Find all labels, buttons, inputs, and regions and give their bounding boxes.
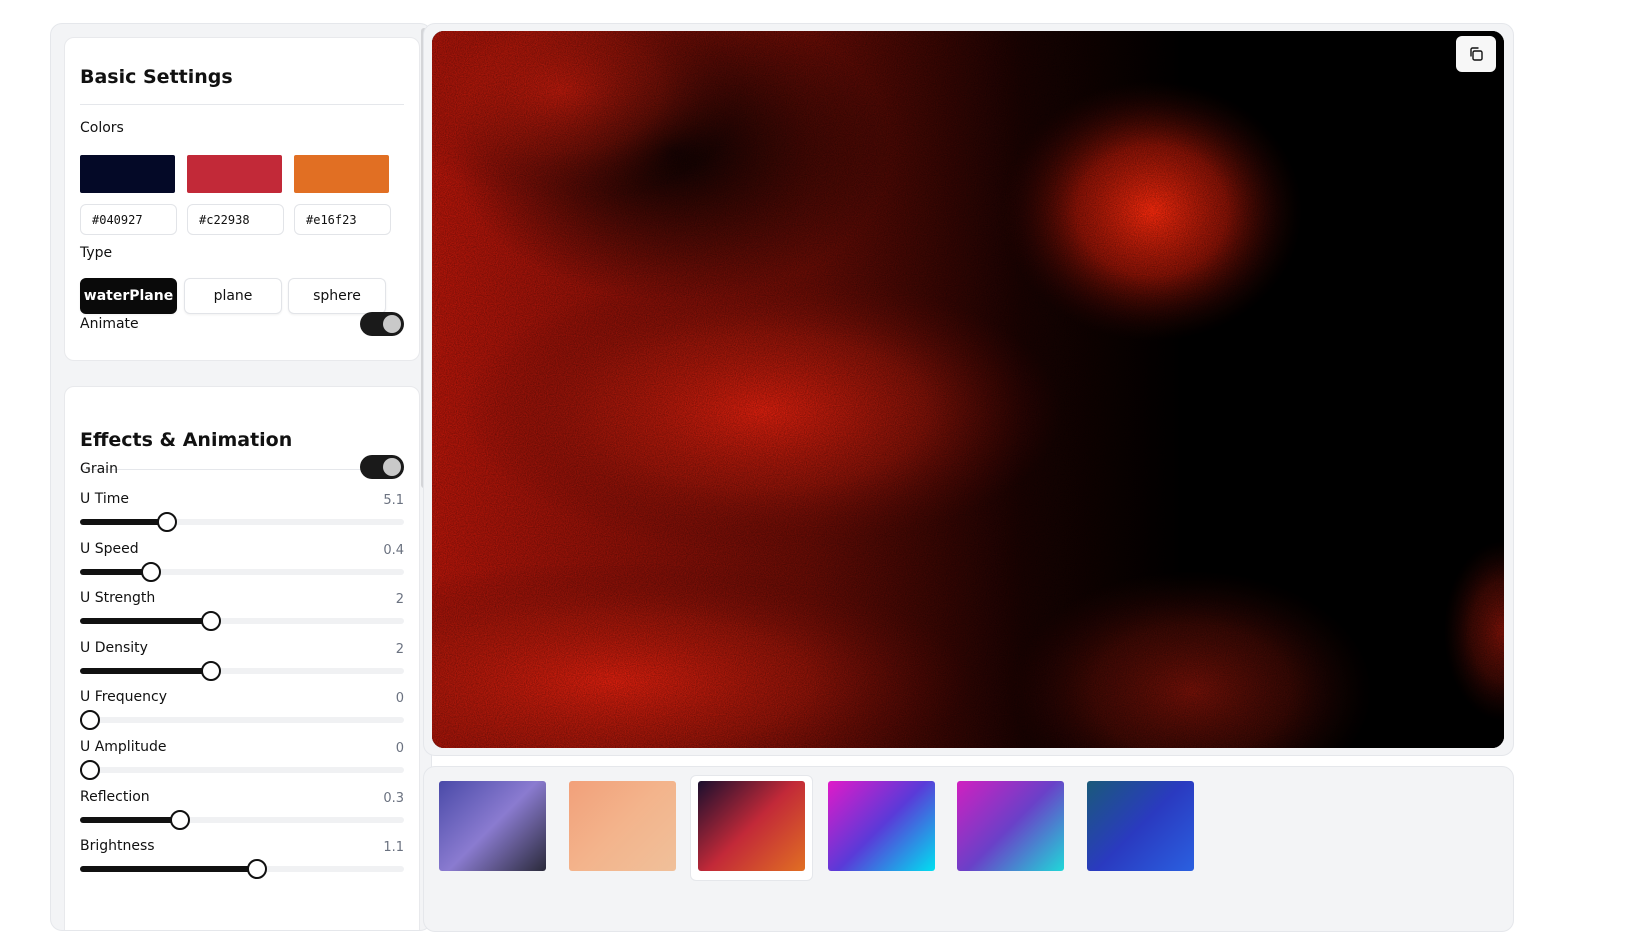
slider-track[interactable]: [80, 561, 404, 582]
slider-fill: [80, 816, 181, 823]
slider-value: 5.1: [383, 493, 404, 508]
preset-peach[interactable]: [568, 781, 676, 871]
preset-violet-gray[interactable]: [439, 781, 546, 871]
preset-magenta-cyan[interactable]: [827, 781, 935, 871]
slider-value: 0.3: [383, 790, 404, 806]
basic-settings-title: Basic Settings: [80, 66, 233, 88]
slider-track[interactable]: [79, 760, 404, 780]
color-swatch-3[interactable]: [294, 155, 389, 193]
animate-toggle[interactable]: [360, 312, 404, 336]
slider-row: Brightness 1.1: [80, 838, 404, 884]
slider-thumb[interactable]: [141, 561, 162, 582]
slider-fill: [80, 667, 212, 674]
slider-value: 0: [395, 741, 404, 756]
divider: [80, 469, 404, 470]
slider-thumb[interactable]: [79, 760, 100, 780]
slider-label: Reflection: [80, 788, 150, 805]
slider-value: 0: [395, 691, 404, 707]
slider-label: U Amplitude: [80, 739, 167, 755]
color-swatch-1[interactable]: [80, 155, 175, 193]
effects-animation-card: Effects & Animation Grain U Time 5.1 U Spe…: [64, 386, 420, 930]
copy-icon: [1470, 47, 1483, 61]
slider-thumb[interactable]: [170, 809, 191, 830]
type-button-waterplane[interactable]: waterPlane: [80, 278, 177, 314]
copy-button[interactable]: [1456, 36, 1496, 72]
slider-row: U Strength 2: [80, 590, 404, 636]
slider-thumb[interactable]: [201, 660, 222, 681]
slider-label: U Speed: [80, 540, 139, 557]
divider: [80, 104, 404, 105]
slider-label: U Frequency: [80, 689, 168, 706]
toggle-knob: [383, 315, 401, 333]
slider-value: 2: [395, 641, 404, 657]
type-button-plane[interactable]: plane: [184, 278, 282, 314]
toggle-knob: [383, 458, 401, 476]
grain-toggle[interactable]: [360, 455, 404, 479]
gradient-preview-canvas[interactable]: [432, 31, 1504, 748]
slider-track[interactable]: [80, 859, 404, 880]
slider-fill: [80, 866, 257, 873]
slider-thumb[interactable]: [246, 859, 267, 880]
slider-value: 2: [395, 592, 404, 608]
colors-label: Colors: [80, 120, 124, 136]
color-swatch-2[interactable]: [187, 155, 282, 193]
color-hex-input-2[interactable]: #c22938: [187, 204, 284, 235]
color-hex-input-3[interactable]: #e16f23: [294, 204, 391, 235]
slider-track[interactable]: [80, 611, 404, 632]
preview-frame: [423, 23, 1514, 756]
slider-label: Brightness: [80, 838, 155, 855]
slider-label: U Strength: [80, 590, 156, 607]
slider-track[interactable]: [79, 710, 404, 731]
settings-scroll-area[interactable]: Basic Settings Colors #040927 #c22938 #e…: [51, 24, 431, 930]
presets-bar: [423, 766, 1514, 932]
slider-value: 0.4: [383, 542, 404, 558]
slider-row: U Frequency 0: [79, 689, 404, 735]
effects-animation-title: Effects & Animation: [80, 429, 293, 451]
preset-pink-teal[interactable]: [957, 781, 1064, 871]
animate-label: Animate: [80, 316, 139, 332]
slider-row: U Speed 0.4: [80, 541, 404, 587]
slider-fill: [80, 618, 212, 625]
color-hex-input-1[interactable]: #040927: [80, 204, 177, 235]
slider-track[interactable]: [80, 660, 404, 681]
slider-thumb[interactable]: [201, 611, 222, 632]
slider-row: U Density 2: [80, 640, 404, 686]
slider-row: U Time 5.1: [80, 491, 404, 537]
grain-label: Grain: [80, 461, 118, 477]
type-label: Type: [80, 245, 113, 261]
slider-value: 1.1: [383, 840, 404, 856]
slider-row: Reflection 0.3: [80, 789, 404, 835]
slider-thumb[interactable]: [79, 710, 100, 731]
slider-row: U Amplitude 0: [79, 739, 404, 785]
slider-label: U Density: [80, 639, 148, 656]
preset-teal-blue[interactable]: [1086, 781, 1194, 871]
preset-crimson-orange[interactable]: [698, 781, 805, 871]
settings-panel: Basic Settings Colors #040927 #c22938 #e…: [50, 23, 432, 931]
slider-label: U Time: [80, 491, 129, 507]
slider-track[interactable]: [80, 512, 404, 532]
gradient-render: [432, 31, 1504, 748]
type-button-sphere[interactable]: sphere: [288, 278, 386, 314]
slider-track[interactable]: [80, 809, 404, 830]
slider-thumb[interactable]: [157, 512, 178, 532]
basic-settings-card: Basic Settings Colors #040927 #c22938 #e…: [64, 37, 420, 361]
slider-fill: [80, 519, 168, 525]
